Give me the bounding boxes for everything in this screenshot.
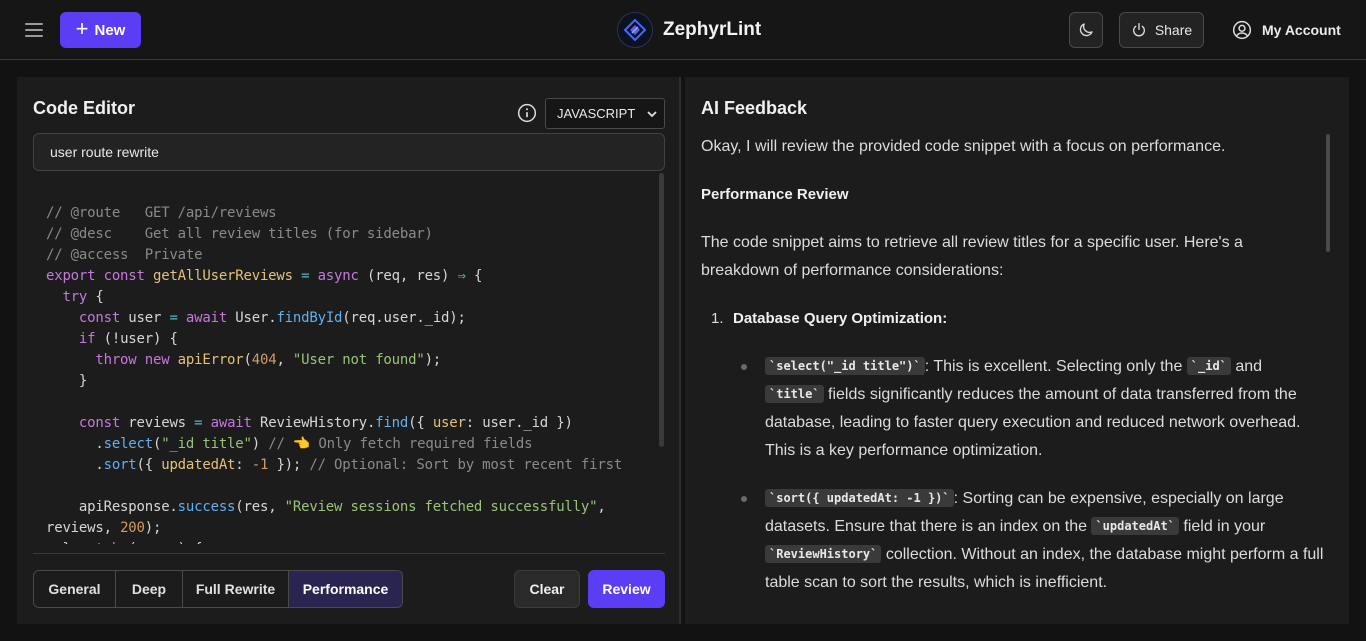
feedback-heading: Performance Review <box>701 186 849 203</box>
item-title: Database Query Optimization: <box>733 310 948 327</box>
my-account-button[interactable]: My Account <box>1232 12 1341 48</box>
review-mode-tabs: General Deep Full Rewrite Performance <box>33 570 403 608</box>
tab-full-rewrite[interactable]: Full Rewrite <box>183 571 289 607</box>
info-icon[interactable] <box>517 103 537 123</box>
share-button[interactable]: Share <box>1119 12 1204 48</box>
tab-deep[interactable]: Deep <box>116 571 183 607</box>
theme-toggle-button[interactable] <box>1069 12 1103 48</box>
inline-code: `ReviewHistory` <box>765 545 882 563</box>
plus-icon: + <box>75 16 89 41</box>
ai-feedback-panel: AI Feedback Okay, I will review the prov… <box>685 77 1349 624</box>
tab-general[interactable]: General <box>34 571 116 607</box>
divider <box>33 553 665 554</box>
bullet-text: : This is excellent. Selecting only the <box>924 358 1187 375</box>
bullet-text: fields significantly reduces the amount … <box>765 386 1301 459</box>
share-button-label: Share <box>1154 22 1193 38</box>
inline-code: `updatedAt` <box>1091 517 1179 535</box>
zephyrlint-logo <box>617 12 653 48</box>
power-icon <box>1132 23 1145 37</box>
code-editor-panel: Code Editor JAVASCRIPT user route rewrit… <box>17 77 681 624</box>
user-circle-icon <box>1232 20 1252 40</box>
bullet-select: `select("_id title")`: This is excellent… <box>765 353 1325 465</box>
new-button[interactable]: + New <box>60 12 141 48</box>
moon-icon <box>1079 23 1093 37</box>
bullet-text: field in your <box>1178 518 1266 535</box>
bullet-dot <box>741 364 747 370</box>
bullet-sort: `sort({ updatedAt: -1 })`: Sorting can b… <box>765 485 1325 597</box>
brand: ZephyrLint <box>617 12 761 48</box>
top-bar: + New ZephyrLint Share My Account <box>0 0 1366 60</box>
code-textarea[interactable]: // @route GET /api/reviews// @desc Get a… <box>33 174 665 544</box>
inline-code: `title` <box>765 385 824 403</box>
new-button-label: New <box>94 21 126 39</box>
feedback-intro: Okay, I will review the provided code sn… <box>701 138 1226 155</box>
hamburger-icon[interactable] <box>24 20 44 40</box>
brand-name: ZephyrLint <box>663 19 762 40</box>
item-number: 1. <box>711 310 724 327</box>
inline-code: `sort({ updatedAt: -1 })` <box>765 489 954 507</box>
language-select-value: JAVASCRIPT <box>557 106 636 121</box>
inline-code: `_id` <box>1186 357 1231 375</box>
code-scrollbar[interactable] <box>659 173 664 447</box>
ai-feedback-title: AI Feedback <box>701 98 808 118</box>
inline-code: `select("_id title")` <box>765 357 925 375</box>
code-content: // @route GET /api/reviews// @desc Get a… <box>46 205 623 544</box>
feedback-content: Okay, I will review the provided code sn… <box>701 133 1327 624</box>
code-editor-title: Code Editor <box>33 98 135 118</box>
review-title-input[interactable]: user route rewrite <box>33 133 665 171</box>
tab-performance[interactable]: Performance <box>289 571 402 607</box>
bullet-text: and <box>1230 358 1263 375</box>
clear-button[interactable]: Clear <box>514 570 580 608</box>
review-title-value: user route rewrite <box>50 144 159 160</box>
feedback-summary: The code snippet aims to retrieve all re… <box>701 234 1243 279</box>
language-select[interactable]: JAVASCRIPT <box>545 98 665 129</box>
feedback-scrollbar[interactable] <box>1326 134 1330 252</box>
my-account-label: My Account <box>1262 22 1341 38</box>
review-button[interactable]: Review <box>588 570 665 608</box>
chevron-down-icon <box>647 111 657 118</box>
bullet-dot <box>741 496 747 502</box>
